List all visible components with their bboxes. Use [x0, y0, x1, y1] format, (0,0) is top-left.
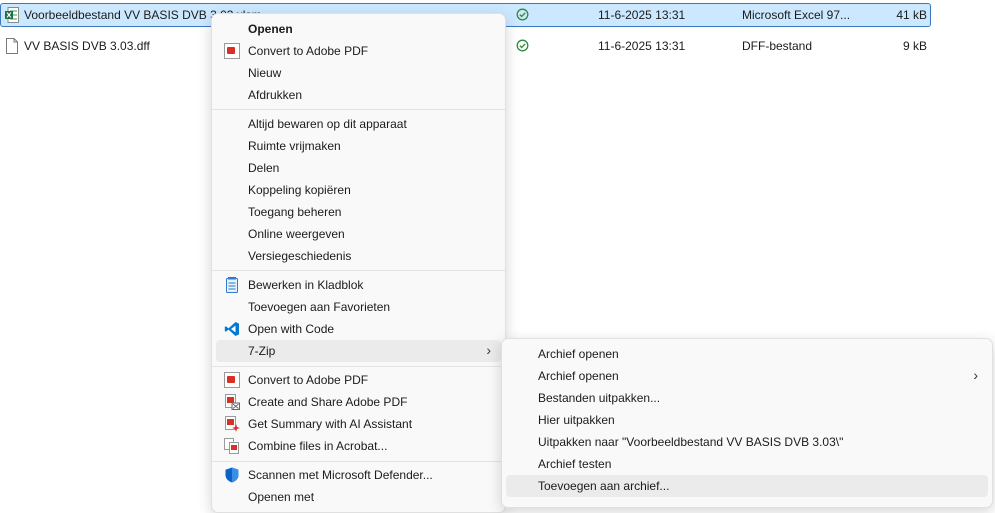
menu-item-label: Bewerken in Kladblok	[248, 278, 364, 292]
menu-item-label: Scannen met Microsoft Defender...	[248, 468, 433, 482]
excel-file-icon: X	[5, 7, 19, 23]
menu-item-label: Online weergeven	[248, 227, 345, 241]
menu-item-share[interactable]: Delen	[216, 157, 501, 179]
menu-item-label: Archief openen	[538, 369, 619, 383]
menu-item-label: Bestanden uitpakken...	[538, 391, 661, 405]
menu-item-free-space[interactable]: Ruimte vrijmaken	[216, 135, 501, 157]
menu-item-ai-summary[interactable]: Get Summary with AI Assistant	[216, 413, 501, 435]
submenu-item-extract-here[interactable]: Hier uitpakken	[506, 409, 988, 431]
menu-item-view-online[interactable]: Online weergeven	[216, 223, 501, 245]
menu-item-label: Open with Code	[248, 322, 335, 336]
menu-item-copy-link[interactable]: Koppeling kopiëren	[216, 179, 501, 201]
menu-item-label: Altijd bewaren op dit apparaat	[248, 117, 407, 131]
submenu-item-extract-files[interactable]: Bestanden uitpakken...	[506, 387, 988, 409]
menu-item-label: Openen met	[248, 490, 315, 504]
menu-item-scan-defender[interactable]: Scannen met Microsoft Defender...	[216, 464, 501, 486]
menu-item-manage-access[interactable]: Toegang beheren	[216, 201, 501, 223]
menu-item-label: Convert to Adobe PDF	[248, 44, 369, 58]
menu-item-create-share-pdf[interactable]: Create and Share Adobe PDF	[216, 391, 501, 413]
file-size: 9 kB	[902, 39, 927, 53]
menu-item-label: Afdrukken	[248, 88, 303, 102]
menu-item-7zip[interactable]: 7-Zip ›	[216, 340, 501, 362]
acrobat-pdf-icon	[224, 43, 240, 59]
menu-item-label: Archief testen	[538, 457, 612, 471]
menu-item-new[interactable]: Nieuw	[216, 62, 501, 84]
menu-separator	[212, 109, 505, 110]
menu-separator	[212, 461, 505, 462]
menu-item-label: Toevoegen aan archief...	[538, 479, 670, 493]
chevron-right-icon: ›	[486, 342, 491, 358]
submenu-item-test-archive[interactable]: Archief testen	[506, 453, 988, 475]
menu-item-open[interactable]: Openen	[216, 18, 501, 40]
menu-item-edit-notepad[interactable]: Bewerken in Kladblok	[216, 274, 501, 296]
menu-separator	[212, 366, 505, 367]
submenu-item-open-archive[interactable]: Archief openen	[506, 343, 988, 365]
file-size: 41 kB	[896, 8, 927, 22]
acrobat-ai-icon	[224, 416, 240, 432]
menu-item-version-history[interactable]: Versiegeschiedenis	[216, 245, 501, 267]
submenu-item-add-to-archive[interactable]: Toevoegen aan archief...	[506, 475, 988, 497]
menu-item-always-keep[interactable]: Altijd bewaren op dit apparaat	[216, 113, 501, 135]
menu-item-open-with[interactable]: Openen met	[216, 486, 501, 508]
menu-item-label: Nieuw	[248, 66, 282, 80]
menu-separator	[212, 270, 505, 271]
notepad-icon	[224, 277, 240, 293]
acrobat-share-icon	[224, 394, 240, 410]
acrobat-combine-icon	[224, 438, 240, 454]
sync-ok-icon	[516, 8, 529, 21]
menu-item-label: Get Summary with AI Assistant	[248, 417, 413, 431]
chevron-right-icon: ›	[973, 367, 978, 383]
menu-item-open-with-code[interactable]: Open with Code	[216, 318, 501, 340]
submenu-item-open-archive-more[interactable]: Archief openen ›	[506, 365, 988, 387]
submenu-item-extract-to-folder[interactable]: Uitpakken naar "Voorbeeldbestand VV BASI…	[506, 431, 988, 453]
menu-item-combine-acrobat[interactable]: Combine files in Acrobat...	[216, 435, 501, 457]
vscode-icon	[224, 321, 240, 337]
menu-item-add-favorites[interactable]: Toevoegen aan Favorieten	[216, 296, 501, 318]
file-date: 11-6-2025 13:31	[598, 8, 686, 22]
menu-item-label: Hier uitpakken	[538, 413, 615, 427]
acrobat-pdf-icon	[224, 372, 240, 388]
menu-item-label: Combine files in Acrobat...	[248, 439, 388, 453]
file-name[interactable]: VV BASIS DVB 3.03.dff	[24, 39, 150, 53]
menu-item-label: Toevoegen aan Favorieten	[248, 300, 391, 314]
context-menu: Openen Convert to Adobe PDF Nieuw Afdruk…	[211, 13, 506, 513]
file-date: 11-6-2025 13:31	[598, 39, 686, 53]
menu-item-convert-to-pdf[interactable]: Convert to Adobe PDF	[216, 40, 501, 62]
menu-item-label: Convert to Adobe PDF	[248, 373, 369, 387]
svg-text:X: X	[6, 12, 12, 20]
menu-item-label: Toegang beheren	[248, 205, 342, 219]
sync-ok-icon	[516, 39, 529, 52]
menu-item-print[interactable]: Afdrukken	[216, 84, 501, 106]
menu-item-label: Versiegeschiedenis	[248, 249, 352, 263]
menu-item-label: Create and Share Adobe PDF	[248, 395, 408, 409]
generic-file-icon	[5, 38, 19, 54]
7zip-submenu: Archief openen Archief openen › Bestande…	[501, 338, 993, 508]
menu-item-label: Uitpakken naar "Voorbeeldbestand VV BASI…	[538, 435, 844, 449]
menu-item-label: Ruimte vrijmaken	[248, 139, 341, 153]
menu-item-label: Delen	[248, 161, 280, 175]
menu-item-label: Koppeling kopiëren	[248, 183, 351, 197]
file-type: Microsoft Excel 97...	[742, 8, 851, 22]
menu-item-label: Archief openen	[538, 347, 619, 361]
menu-item-label: Openen	[248, 22, 293, 36]
menu-item-convert-to-pdf-2[interactable]: Convert to Adobe PDF	[216, 369, 501, 391]
file-type: DFF-bestand	[742, 39, 813, 53]
menu-item-label: 7-Zip	[248, 344, 276, 358]
defender-shield-icon	[224, 467, 240, 483]
